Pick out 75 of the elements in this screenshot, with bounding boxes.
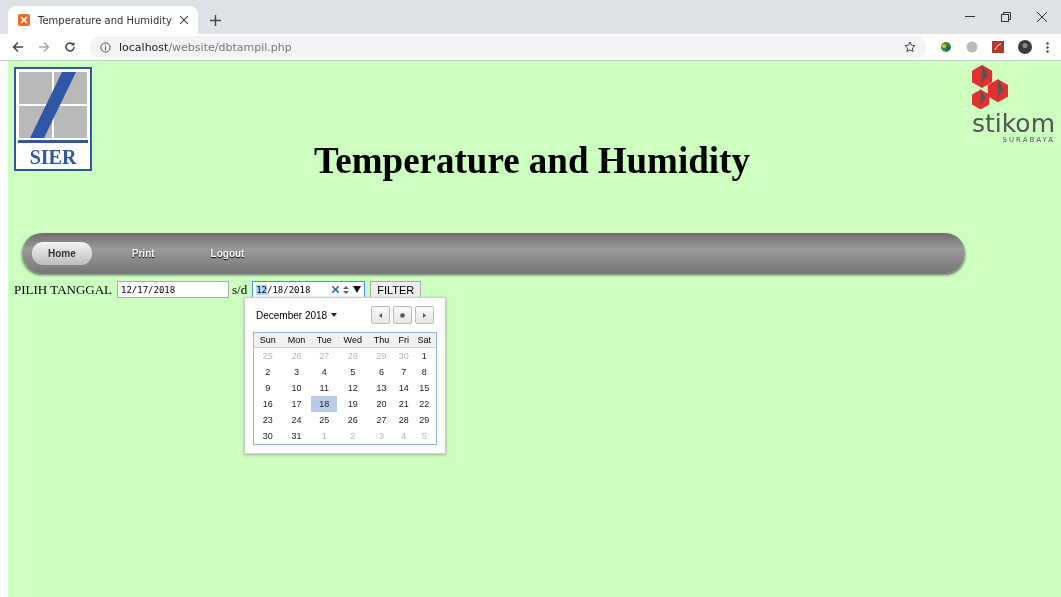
avatar-icon[interactable] [1018,40,1032,54]
spinner-icon[interactable] [343,284,350,295]
calendar-day[interactable]: 25 [311,412,338,428]
calendar-day[interactable]: 16 [253,396,282,412]
extension-icon[interactable] [940,41,952,53]
address-bar[interactable]: localhost/website/dbtampil.php [90,36,926,58]
calendar-day[interactable]: 3 [281,364,312,380]
start-date-field[interactable]: 12/17/2018 [117,281,229,298]
right-arrow-icon [423,312,426,318]
weekday-header: Mon [281,332,312,348]
minimize-icon[interactable] [965,16,975,18]
calendar-day[interactable]: 20 [368,396,395,412]
date-label: PILIH TANGGAL [14,281,112,298]
calendar-day[interactable]: 23 [253,412,282,428]
caret-icon [331,313,338,317]
calendar-day[interactable]: 30 [253,428,282,445]
calendar-day[interactable]: 12 [337,380,369,396]
sier-logo: SIER [14,67,92,171]
url-text: localhost/website/dbtampil.php [119,40,292,54]
site-icon [18,14,30,26]
back-icon[interactable] [12,41,24,53]
calendar-day[interactable]: 29 [412,412,437,428]
hexagon-logo-icon [972,63,1008,110]
dot-icon [400,312,405,318]
calendar-day[interactable]: 8 [412,364,437,380]
star-icon[interactable] [904,41,916,53]
calendar-day[interactable]: 9 [253,380,282,396]
calendar-day[interactable]: 2 [253,364,282,380]
calendar-day[interactable]: 7 [394,364,413,380]
weekday-header: Sat [412,332,437,348]
page-title: Temperature and Humidity [314,139,750,182]
calendar-day[interactable]: 10 [281,380,312,396]
calendar-day[interactable]: 11 [311,380,338,396]
calendar-day[interactable]: 19 [337,396,369,412]
close-icon[interactable] [180,16,188,24]
brand-name: stikom [972,111,1055,136]
dropdown-icon[interactable] [353,286,362,293]
nav-link[interactable]: Home [32,241,92,265]
calendar-day[interactable]: 13 [368,380,395,396]
calendar-day[interactable]: 17 [281,396,312,412]
calendar-day[interactable]: 31 [281,428,312,445]
next-button[interactable] [415,306,434,324]
calendar-day[interactable]: 5 [337,364,369,380]
tab-title: Temperature and Humidity [38,14,172,26]
calendar-day[interactable]: 14 [394,380,413,396]
calendar-day[interactable]: 22 [412,396,437,412]
calendar-day[interactable]: 24 [281,412,312,428]
menu-icon[interactable] [1046,41,1049,53]
weekday-header: Tue [311,332,338,348]
calendar-day[interactable]: 4 [311,364,338,380]
new-tab-icon[interactable] [210,15,221,26]
weekday-header: Sun [253,332,282,348]
weekday-header: Thu [368,332,395,348]
clear-icon[interactable] [332,286,340,293]
calendar-day[interactable]: 27 [368,412,395,428]
left-arrow-icon [379,312,382,318]
reload-icon[interactable] [64,41,76,53]
previous-button[interactable] [371,306,390,324]
weekday-header: Wed [337,332,369,348]
pdf-icon[interactable] [992,41,1004,53]
weekday-header: Fri [394,332,413,348]
calendar-day[interactable]: 6 [368,364,395,380]
info-icon [100,41,111,53]
browser-tab[interactable]: Temperature and Humidity [8,6,198,34]
today-button[interactable] [393,306,412,324]
calendar-day[interactable]: 15 [412,380,437,396]
close-icon[interactable] [1037,12,1047,22]
calendar-day[interactable]: 1 [412,347,437,364]
calendar-day[interactable]: 18 [311,396,338,412]
calendar-day[interactable]: 28 [394,412,413,428]
calendar-day[interactable]: 26 [337,412,369,428]
restore-icon[interactable] [1001,12,1011,22]
calendar-day[interactable]: 21 [394,396,413,412]
range-separator: s/d [232,281,248,298]
month-selector[interactable]: December 2018 [256,309,338,321]
